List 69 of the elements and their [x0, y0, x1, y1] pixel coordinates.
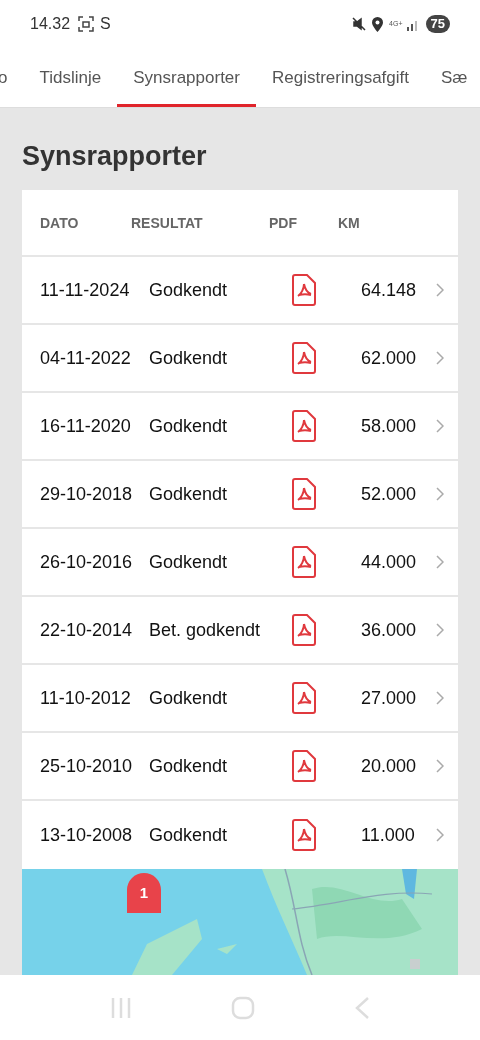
pdf-icon[interactable] [291, 750, 317, 782]
date-cell: 11-11-2024 [40, 279, 130, 300]
km-cell: 11.000 [361, 824, 415, 845]
km-cell: 62.000 [361, 347, 417, 368]
report-row[interactable]: 22-10-2014 Bet. godkendt 36.000 [22, 597, 458, 665]
km-cell: 36.000 [361, 619, 417, 640]
result-cell: Bet. godkendt [149, 619, 261, 640]
report-row[interactable]: 16-11-2020 Godkendt 58.000 [22, 393, 458, 461]
result-cell: Godkendt [149, 415, 228, 436]
report-row[interactable]: 04-11-2022 Godkendt 62.000 [22, 325, 458, 393]
map-marker[interactable]: 1 [127, 873, 161, 913]
result-cell: Godkendt [149, 824, 228, 845]
column-header: KM [338, 214, 360, 231]
chevron-right-icon [436, 487, 444, 501]
date-cell: 29-10-2018 [40, 483, 133, 504]
mute-icon [352, 17, 367, 31]
tab[interactable]: Registreringsafgift [256, 48, 425, 107]
result-cell: Godkendt [149, 483, 228, 504]
pdf-icon[interactable] [291, 410, 317, 442]
km-cell: 20.000 [361, 755, 417, 776]
battery-level: 75 [425, 15, 450, 33]
chevron-right-icon [436, 828, 444, 842]
chevron-right-icon [436, 691, 444, 705]
pdf-icon[interactable] [291, 274, 317, 306]
report-row[interactable]: 11-11-2024 Godkendt 64.148 [22, 257, 458, 325]
chevron-right-icon [436, 283, 444, 297]
report-row[interactable]: 13-10-2008 Godkendt 11.000 [22, 801, 458, 869]
date-cell: 22-10-2014 [40, 619, 133, 640]
report-row[interactable]: 29-10-2018 Godkendt 52.000 [22, 461, 458, 529]
tab[interactable]: Sæ [425, 48, 480, 107]
chevron-right-icon [436, 555, 444, 569]
pdf-icon[interactable] [291, 614, 317, 646]
result-cell: Godkendt [149, 755, 228, 776]
status-time: 14.32 [30, 14, 71, 34]
km-cell: 44.000 [361, 551, 417, 572]
date-cell: 11-10-2012 [40, 687, 131, 708]
date-cell: 25-10-2010 [40, 755, 133, 776]
pdf-icon[interactable] [291, 342, 317, 374]
date-cell: 13-10-2008 [40, 824, 133, 845]
result-cell: Godkendt [149, 347, 228, 368]
report-row[interactable]: 11-10-2012 Godkendt 27.000 [22, 665, 458, 733]
location-icon [372, 16, 384, 32]
result-cell: Godkendt [149, 279, 228, 300]
chevron-right-icon [436, 623, 444, 637]
km-cell: 27.000 [361, 687, 417, 708]
date-cell: 26-10-2016 [40, 551, 133, 572]
chevron-right-icon [436, 759, 444, 773]
column-header: PDF [269, 214, 297, 231]
report-row[interactable]: 25-10-2010 Godkendt 20.000 [22, 733, 458, 801]
date-cell: 04-11-2022 [40, 347, 131, 368]
status-letter: S [100, 14, 111, 34]
page-heading: Synsrapporter [22, 140, 208, 173]
tab[interactable]: Tidslinje [23, 48, 118, 107]
chevron-right-icon [436, 351, 444, 365]
pdf-icon[interactable] [291, 819, 317, 851]
result-cell: Godkendt [149, 687, 228, 708]
km-cell: 52.000 [361, 483, 417, 504]
column-header: RESULTAT [131, 214, 203, 231]
result-cell: Godkendt [149, 551, 228, 572]
chevron-right-icon [436, 419, 444, 433]
pdf-icon[interactable] [291, 682, 317, 714]
date-cell: 16-11-2020 [40, 415, 131, 436]
report-row[interactable]: 26-10-2016 Godkendt 44.000 [22, 529, 458, 597]
pdf-icon[interactable] [291, 546, 317, 578]
column-header: DATO [40, 214, 79, 231]
pdf-icon[interactable] [291, 478, 317, 510]
km-cell: 58.000 [361, 415, 417, 436]
screenshot-icon [78, 16, 95, 32]
km-cell: 64.148 [361, 279, 417, 300]
